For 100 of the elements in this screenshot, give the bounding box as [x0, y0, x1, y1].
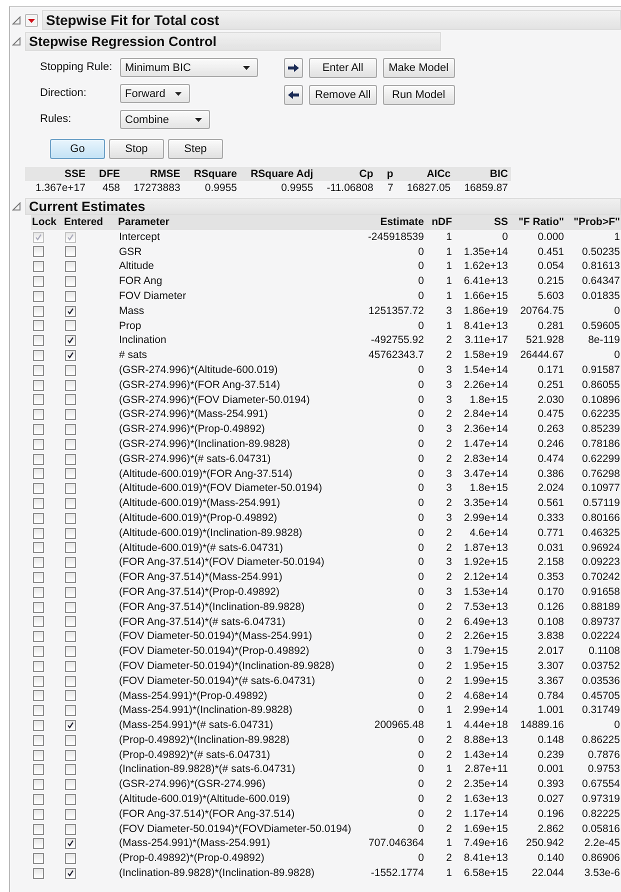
entered-checkbox[interactable]	[65, 528, 76, 539]
lock-checkbox[interactable]	[33, 853, 44, 864]
lock-checkbox[interactable]	[33, 394, 44, 406]
lock-checkbox[interactable]	[33, 364, 44, 376]
entered-checkbox[interactable]	[65, 720, 76, 731]
lock-checkbox[interactable]	[33, 380, 44, 391]
lock-checkbox[interactable]	[33, 824, 44, 835]
lock-checkbox[interactable]	[33, 660, 44, 672]
entered-checkbox[interactable]	[65, 631, 76, 642]
lock-checkbox[interactable]	[33, 572, 44, 584]
entered-checkbox[interactable]	[65, 779, 76, 790]
lock-checkbox[interactable]	[33, 320, 44, 332]
action-button[interactable]: Remove All	[309, 85, 377, 105]
lock-checkbox[interactable]	[33, 779, 44, 790]
entered-checkbox[interactable]	[65, 586, 76, 598]
disclosure-icon[interactable]	[12, 36, 21, 46]
run-button[interactable]: Step	[168, 139, 223, 159]
lock-checkbox[interactable]	[33, 750, 44, 761]
entered-checkbox[interactable]	[65, 380, 76, 391]
entered-checkbox[interactable]	[65, 468, 76, 480]
entered-checkbox[interactable]	[65, 557, 76, 568]
entered-checkbox[interactable]	[65, 512, 76, 524]
entered-checkbox[interactable]	[65, 261, 76, 272]
dropdown[interactable]: Forward	[120, 84, 190, 103]
lock-checkbox[interactable]	[33, 290, 44, 302]
lock-checkbox[interactable]	[33, 261, 44, 272]
lock-checkbox[interactable]	[33, 734, 44, 746]
lock-checkbox[interactable]	[33, 631, 44, 642]
entered-checkbox[interactable]	[65, 794, 76, 805]
lock-checkbox[interactable]	[33, 276, 44, 288]
lock-checkbox[interactable]	[33, 794, 44, 805]
entered-checkbox[interactable]	[65, 838, 76, 850]
lock-checkbox[interactable]	[33, 705, 44, 716]
entered-checkbox[interactable]	[65, 454, 76, 465]
lock-checkbox[interactable]	[33, 468, 44, 480]
entered-checkbox[interactable]	[65, 853, 76, 864]
disclosure-icon[interactable]	[12, 16, 21, 24]
entered-checkbox[interactable]	[65, 660, 76, 672]
run-button[interactable]: Stop	[109, 139, 164, 159]
entered-checkbox[interactable]	[65, 424, 76, 436]
entered-checkbox[interactable]	[65, 764, 76, 776]
entered-checkbox[interactable]	[65, 808, 76, 820]
lock-checkbox[interactable]	[33, 306, 44, 317]
left-arrow-button[interactable]	[284, 85, 303, 105]
lock-checkbox[interactable]	[33, 676, 44, 687]
lock-checkbox[interactable]	[33, 720, 44, 731]
entered-checkbox[interactable]	[65, 290, 76, 302]
dropdown[interactable]: Minimum BIC	[120, 58, 258, 77]
entered-checkbox[interactable]	[65, 320, 76, 332]
lock-checkbox[interactable]	[33, 498, 44, 510]
lock-checkbox[interactable]	[33, 616, 44, 628]
entered-checkbox[interactable]	[65, 734, 76, 746]
entered-checkbox[interactable]	[65, 542, 76, 554]
lock-checkbox[interactable]	[33, 646, 44, 657]
entered-checkbox[interactable]	[65, 616, 76, 628]
lock-checkbox[interactable]	[33, 868, 44, 879]
action-button[interactable]: Make Model	[382, 58, 455, 78]
lock-checkbox[interactable]	[33, 528, 44, 539]
entered-checkbox[interactable]	[65, 572, 76, 584]
entered-checkbox[interactable]	[65, 646, 76, 657]
entered-checkbox[interactable]	[65, 246, 76, 258]
entered-checkbox[interactable]	[65, 705, 76, 716]
lock-checkbox[interactable]	[33, 512, 44, 524]
run-button[interactable]: Go	[50, 139, 105, 159]
entered-checkbox[interactable]	[65, 438, 76, 450]
disclosure-icon[interactable]	[12, 202, 21, 210]
entered-checkbox[interactable]	[65, 350, 76, 362]
lock-checkbox[interactable]	[33, 246, 44, 258]
entered-checkbox[interactable]	[65, 335, 76, 346]
lock-checkbox[interactable]	[33, 483, 44, 494]
entered-checkbox[interactable]	[65, 824, 76, 835]
lock-checkbox[interactable]	[33, 557, 44, 568]
right-arrow-button[interactable]	[284, 58, 303, 78]
lock-checkbox[interactable]	[33, 454, 44, 465]
action-button[interactable]: Run Model	[382, 85, 455, 105]
dropdown[interactable]: Combine	[120, 110, 210, 129]
lock-checkbox[interactable]	[33, 764, 44, 776]
entered-checkbox[interactable]	[65, 394, 76, 406]
entered-checkbox[interactable]	[65, 690, 76, 702]
entered-checkbox[interactable]	[65, 483, 76, 494]
lock-checkbox[interactable]	[33, 586, 44, 598]
entered-checkbox[interactable]	[65, 602, 76, 613]
entered-checkbox[interactable]	[65, 498, 76, 510]
lock-checkbox[interactable]	[33, 424, 44, 436]
entered-checkbox[interactable]	[65, 409, 76, 420]
entered-checkbox[interactable]	[65, 750, 76, 761]
lock-checkbox[interactable]	[33, 350, 44, 362]
lock-checkbox[interactable]	[33, 438, 44, 450]
lock-checkbox[interactable]	[33, 335, 44, 346]
lock-checkbox[interactable]	[33, 690, 44, 702]
lock-checkbox[interactable]	[33, 542, 44, 554]
entered-checkbox[interactable]	[65, 276, 76, 288]
entered-checkbox[interactable]	[65, 868, 76, 879]
action-button[interactable]: Enter All	[309, 58, 377, 78]
entered-checkbox[interactable]	[65, 676, 76, 687]
entered-checkbox[interactable]	[65, 306, 76, 317]
lock-checkbox[interactable]	[33, 808, 44, 820]
lock-checkbox[interactable]	[33, 602, 44, 613]
entered-checkbox[interactable]	[65, 364, 76, 376]
lock-checkbox[interactable]	[33, 838, 44, 850]
